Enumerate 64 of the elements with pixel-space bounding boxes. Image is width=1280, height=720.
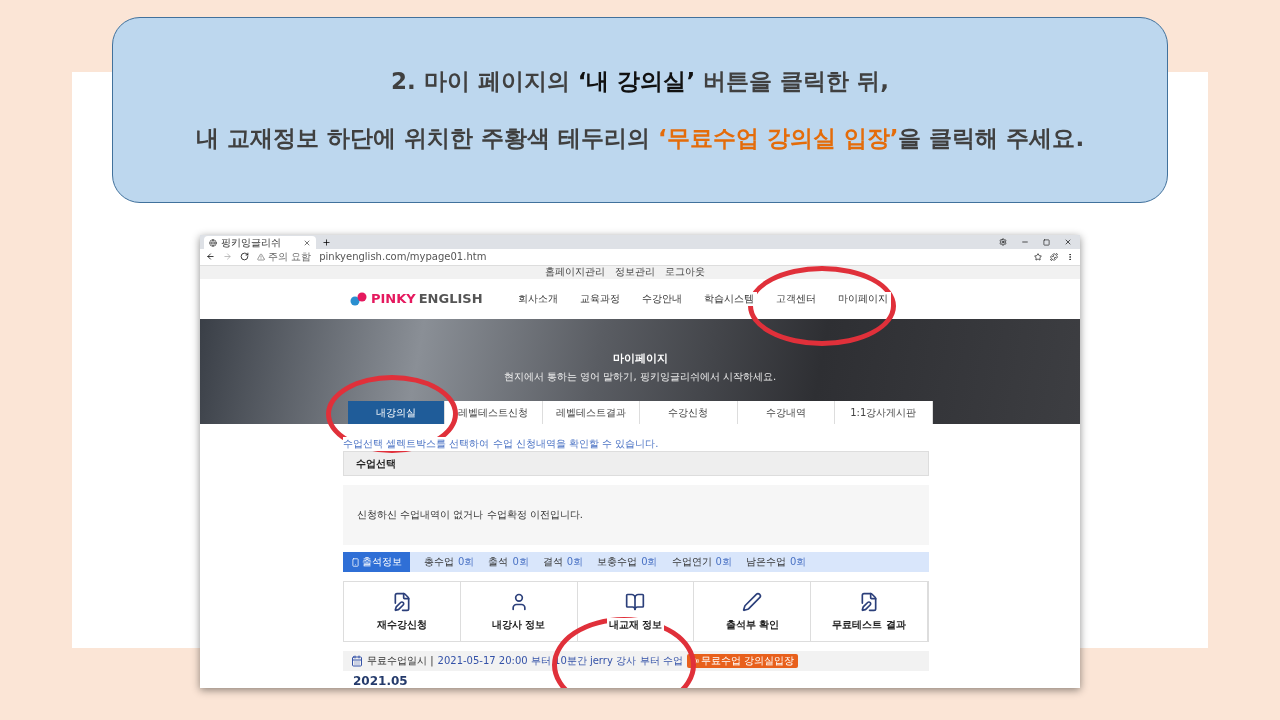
top-link[interactable]: 홈페이지관리 xyxy=(545,265,605,279)
page-tab[interactable]: 1:1강사게시판 xyxy=(835,401,933,424)
back-icon[interactable] xyxy=(206,252,215,262)
close-icon[interactable] xyxy=(303,238,311,247)
top-link[interactable]: 로그아웃 xyxy=(665,265,705,279)
phone-icon xyxy=(351,557,360,567)
menu-card[interactable]: 재수강신청 xyxy=(344,582,461,641)
stat-label: 남은수업 xyxy=(745,555,786,569)
page-tab[interactable]: 레벨테스트신청 xyxy=(445,401,543,424)
menu-icon[interactable] xyxy=(1066,252,1074,261)
page-tab[interactable]: 수강내역 xyxy=(737,401,835,424)
gear-icon[interactable] xyxy=(999,238,1007,246)
notice-text: 수업선택 셀렉트박스를 선택하여 수업 신청내역을 확인할 수 있습니다. xyxy=(343,437,659,451)
stat-value: 0회 xyxy=(458,555,475,569)
stat-value: 0회 xyxy=(789,555,807,569)
page-subtitle: 현지에서 통하는 영어 말하기, 핑키잉글리쉬에서 시작하세요. xyxy=(503,370,777,385)
stat-value: 0회 xyxy=(641,555,658,569)
instruction-text: 내 교재정보 하단에 위치한 주황색 테두리의 ‘무료수업 강의실 입장’을 클릭해 주세요. xyxy=(195,124,1085,153)
stat-value: 0회 xyxy=(566,555,584,569)
speech-bubbles-icon xyxy=(350,291,368,306)
open-book-icon xyxy=(625,591,646,612)
attendance-button[interactable]: 출석정보 xyxy=(343,552,410,572)
card-label: 재수강신청 xyxy=(374,617,429,632)
card-label: 내교재 정보 xyxy=(606,617,665,632)
stat-label: 출석 xyxy=(488,555,509,569)
menu-card[interactable]: 내교재 정보 xyxy=(577,582,695,641)
stat-label: 총수업 xyxy=(424,555,454,569)
free-lesson-suffix: 부터 수업 xyxy=(640,654,684,668)
menu-card[interactable]: 무료테스트 결과 xyxy=(811,582,928,641)
stat-value: 0회 xyxy=(715,555,732,569)
document-pen-icon xyxy=(859,591,880,612)
calendar-icon xyxy=(351,655,363,667)
section-header: 수업선택 xyxy=(343,451,929,476)
maximize-icon[interactable] xyxy=(1043,238,1050,246)
reload-icon[interactable] xyxy=(240,252,249,262)
stat-label: 수업연기 xyxy=(671,555,712,569)
menu-card[interactable]: 출석부 확인 xyxy=(694,582,812,641)
globe-icon xyxy=(209,238,217,247)
tab-title: 핑키잉글리쉬 xyxy=(221,235,281,250)
logo[interactable]: PINKY ENGLISH xyxy=(350,291,483,307)
browser-tab[interactable]: 핑키잉글리쉬 xyxy=(204,236,316,249)
security-warning[interactable]: 주의 요함 xyxy=(257,249,312,264)
top-link[interactable]: 정보관리 xyxy=(615,265,655,279)
stat-label: 보충수업 xyxy=(597,555,638,569)
page-tab[interactable]: 내강의실 xyxy=(347,401,445,424)
page-tab[interactable]: 레벨테스트결과 xyxy=(542,401,640,424)
star-icon[interactable] xyxy=(1034,252,1042,261)
calendar-month: 2021.05 xyxy=(352,674,409,688)
empty-message: 신청하신 수업내역이 없거나 수업확정 이전입니다. xyxy=(343,485,929,545)
url-field[interactable]: pinkyenglish.com/mypage01.htm xyxy=(319,251,487,263)
page-tab[interactable]: 수강신청 xyxy=(640,401,738,424)
page-title: 마이페이지 xyxy=(612,351,668,367)
card-label: 내강사 정보 xyxy=(489,617,548,632)
warning-icon xyxy=(257,252,265,261)
card-label: 무료테스트 결과 xyxy=(830,617,908,632)
menu-card[interactable]: 내강사 정보 xyxy=(460,582,578,641)
close-icon[interactable] xyxy=(1064,238,1072,246)
new-tab-icon[interactable] xyxy=(322,238,331,247)
pen-icon xyxy=(742,591,763,612)
stat-value: 0회 xyxy=(512,555,529,569)
free-lesson-label: 무료수업일시 | xyxy=(367,654,434,668)
stat-label: 결석 xyxy=(542,555,563,569)
puzzle-icon[interactable] xyxy=(1050,252,1058,261)
instruction-text: 2. 마이 페이지의 ‘내 강의실’ 버튼을 클릭한 뒤, xyxy=(391,67,889,96)
